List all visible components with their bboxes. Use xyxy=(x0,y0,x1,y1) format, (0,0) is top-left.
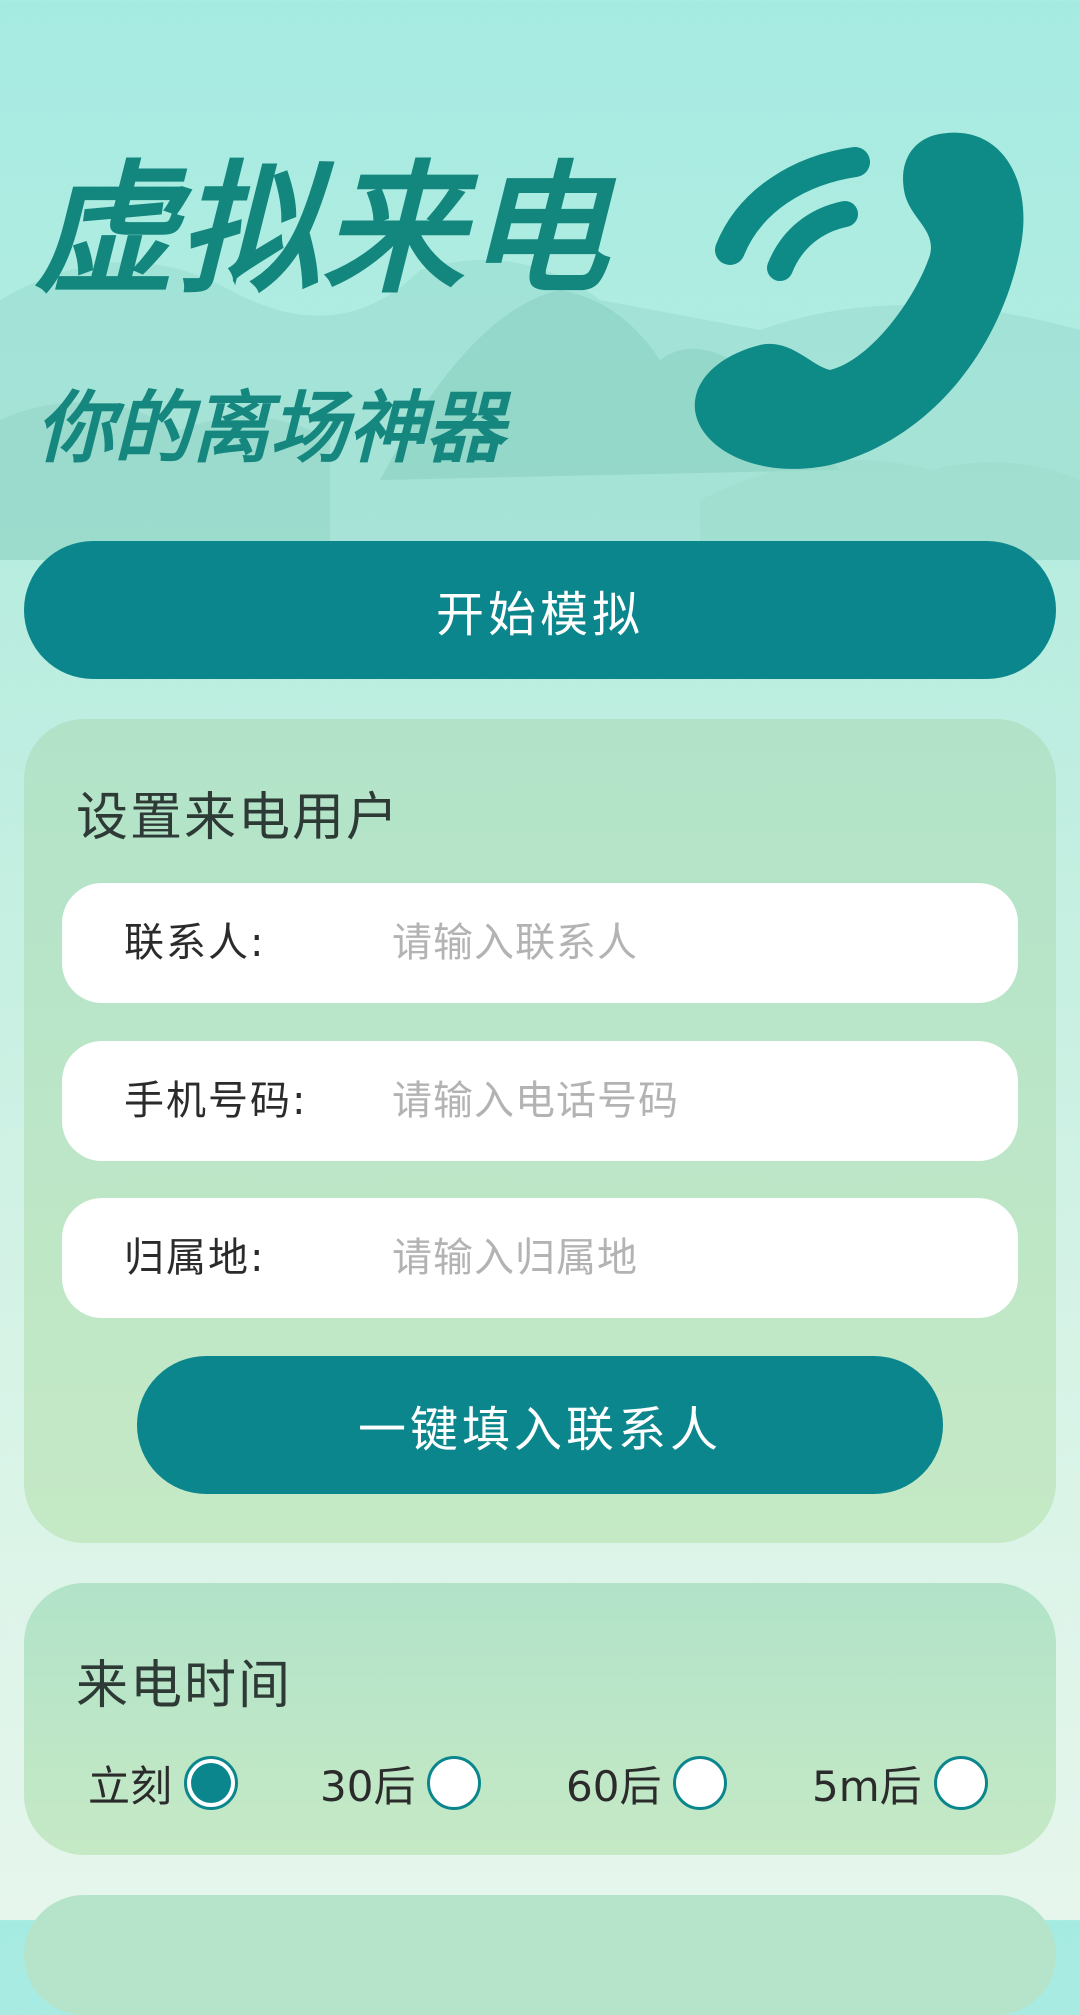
time-option-60[interactable]: 60后 xyxy=(566,1743,728,1823)
contact-field: 联系人: xyxy=(62,883,1018,1003)
time-option-label: 30后 xyxy=(320,1761,416,1811)
time-option-label: 立刻 xyxy=(88,1761,173,1811)
phone-icon xyxy=(694,132,1024,469)
caller-settings-card: 设置来电用户 联系人: 手机号码: 归属地: 一键填入联系人 xyxy=(24,719,1056,1543)
radio-checked-icon[interactable] xyxy=(184,1756,239,1810)
radio-unchecked-icon[interactable] xyxy=(933,1756,988,1810)
hero-title: 虚拟来电 xyxy=(34,148,610,313)
contact-input[interactable] xyxy=(392,883,972,1003)
time-option-30[interactable]: 30后 xyxy=(320,1743,482,1823)
hero-banner: 虚拟来电 你的离场神器 xyxy=(0,0,1080,560)
time-option-label: 5m后 xyxy=(812,1761,922,1811)
call-time-options: 立刻 30后 60后 5m后 xyxy=(24,1743,1056,1823)
phone-number-label: 手机号码: xyxy=(124,1078,308,1124)
phone-number-input[interactable] xyxy=(392,1041,972,1161)
hero-subtitle: 你的离场神器 xyxy=(36,384,505,474)
phone-number-field: 手机号码: xyxy=(62,1041,1018,1161)
time-option-5m[interactable]: 5m后 xyxy=(812,1743,988,1823)
contact-label: 联系人: xyxy=(124,920,266,966)
location-label: 归属地: xyxy=(124,1235,266,1281)
location-field: 归属地: xyxy=(62,1198,1018,1318)
time-option-immediate[interactable]: 立刻 xyxy=(88,1743,239,1823)
call-time-title: 来电时间 xyxy=(76,1656,293,1716)
time-option-label: 60后 xyxy=(566,1761,662,1811)
start-simulation-button[interactable]: 开始模拟 xyxy=(24,541,1056,679)
next-card xyxy=(24,1895,1056,2015)
call-time-card: 来电时间 立刻 30后 60后 5m后 xyxy=(24,1583,1056,1855)
caller-card-title: 设置来电用户 xyxy=(76,788,401,848)
radio-unchecked-icon[interactable] xyxy=(427,1756,482,1810)
fill-contact-button[interactable]: 一键填入联系人 xyxy=(137,1356,943,1494)
location-input[interactable] xyxy=(392,1198,972,1318)
radio-unchecked-icon[interactable] xyxy=(673,1756,728,1810)
